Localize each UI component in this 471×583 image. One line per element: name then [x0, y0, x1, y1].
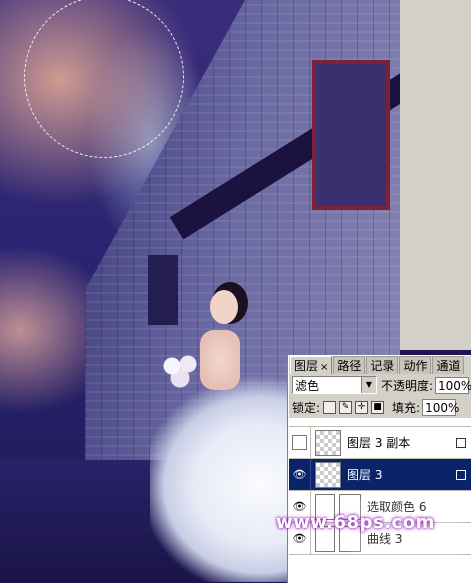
layer-name: 图层 3	[347, 468, 383, 482]
layer-row-layer3-copy[interactable]: 图层 3 副本	[289, 427, 471, 459]
fill-input[interactable]: 100%	[422, 398, 459, 416]
dark-window	[148, 255, 178, 325]
lock-transparent-icon[interactable]	[323, 400, 337, 414]
opacity-label: 不透明度:	[380, 378, 433, 393]
opacity-input[interactable]: 100%	[435, 376, 471, 394]
blend-mode-select[interactable]: 滤色 ▼	[292, 376, 377, 394]
eye-icon[interactable]: 👁	[293, 468, 307, 481]
chevron-down-icon[interactable]: ▼	[360, 377, 376, 393]
layer-row-layer3[interactable]: 👁 图层 3	[289, 459, 471, 491]
layer-thumbnail	[315, 429, 341, 456]
tab-channels[interactable]: 通道	[432, 356, 465, 374]
watermark-text: www.68ps.com	[276, 512, 435, 533]
panel-tabs: 图层 × 路径 记录 动作 通道	[289, 356, 471, 374]
blend-row: 滤色 ▼ 不透明度: 100%	[289, 374, 471, 396]
tab-layers[interactable]: 图层 ×	[290, 356, 333, 374]
lock-brush-icon[interactable]: ✎	[339, 400, 353, 414]
tab-paths[interactable]: 路径	[333, 356, 366, 374]
hidden-box-icon[interactable]	[292, 435, 307, 450]
lock-icon	[456, 437, 466, 448]
layer-name: 图层 3 副本	[347, 436, 411, 450]
red-window	[312, 60, 390, 210]
bride-head	[210, 290, 238, 324]
lock-label: 锁定:	[292, 400, 321, 415]
layer-partial	[289, 418, 471, 427]
link-icon	[456, 469, 466, 480]
lock-row: 锁定: ✎ ✛ ■ 填充: 100%	[289, 396, 471, 418]
close-icon[interactable]: ×	[320, 362, 328, 373]
bouquet	[160, 352, 204, 390]
tab-actions[interactable]: 动作	[399, 356, 432, 374]
fill-label: 填充:	[392, 400, 421, 415]
workspace-background	[400, 0, 471, 350]
selection-marquee[interactable]	[24, 0, 184, 158]
bride-body	[200, 330, 240, 390]
visibility-toggle[interactable]	[289, 427, 311, 458]
eye-icon[interactable]: 👁	[293, 532, 307, 545]
lock-all-icon[interactable]: ■	[371, 400, 385, 414]
tab-history[interactable]: 记录	[366, 356, 399, 374]
visibility-toggle[interactable]: 👁	[289, 459, 311, 490]
lock-move-icon[interactable]: ✛	[355, 400, 369, 414]
layer-thumbnail	[315, 461, 341, 488]
